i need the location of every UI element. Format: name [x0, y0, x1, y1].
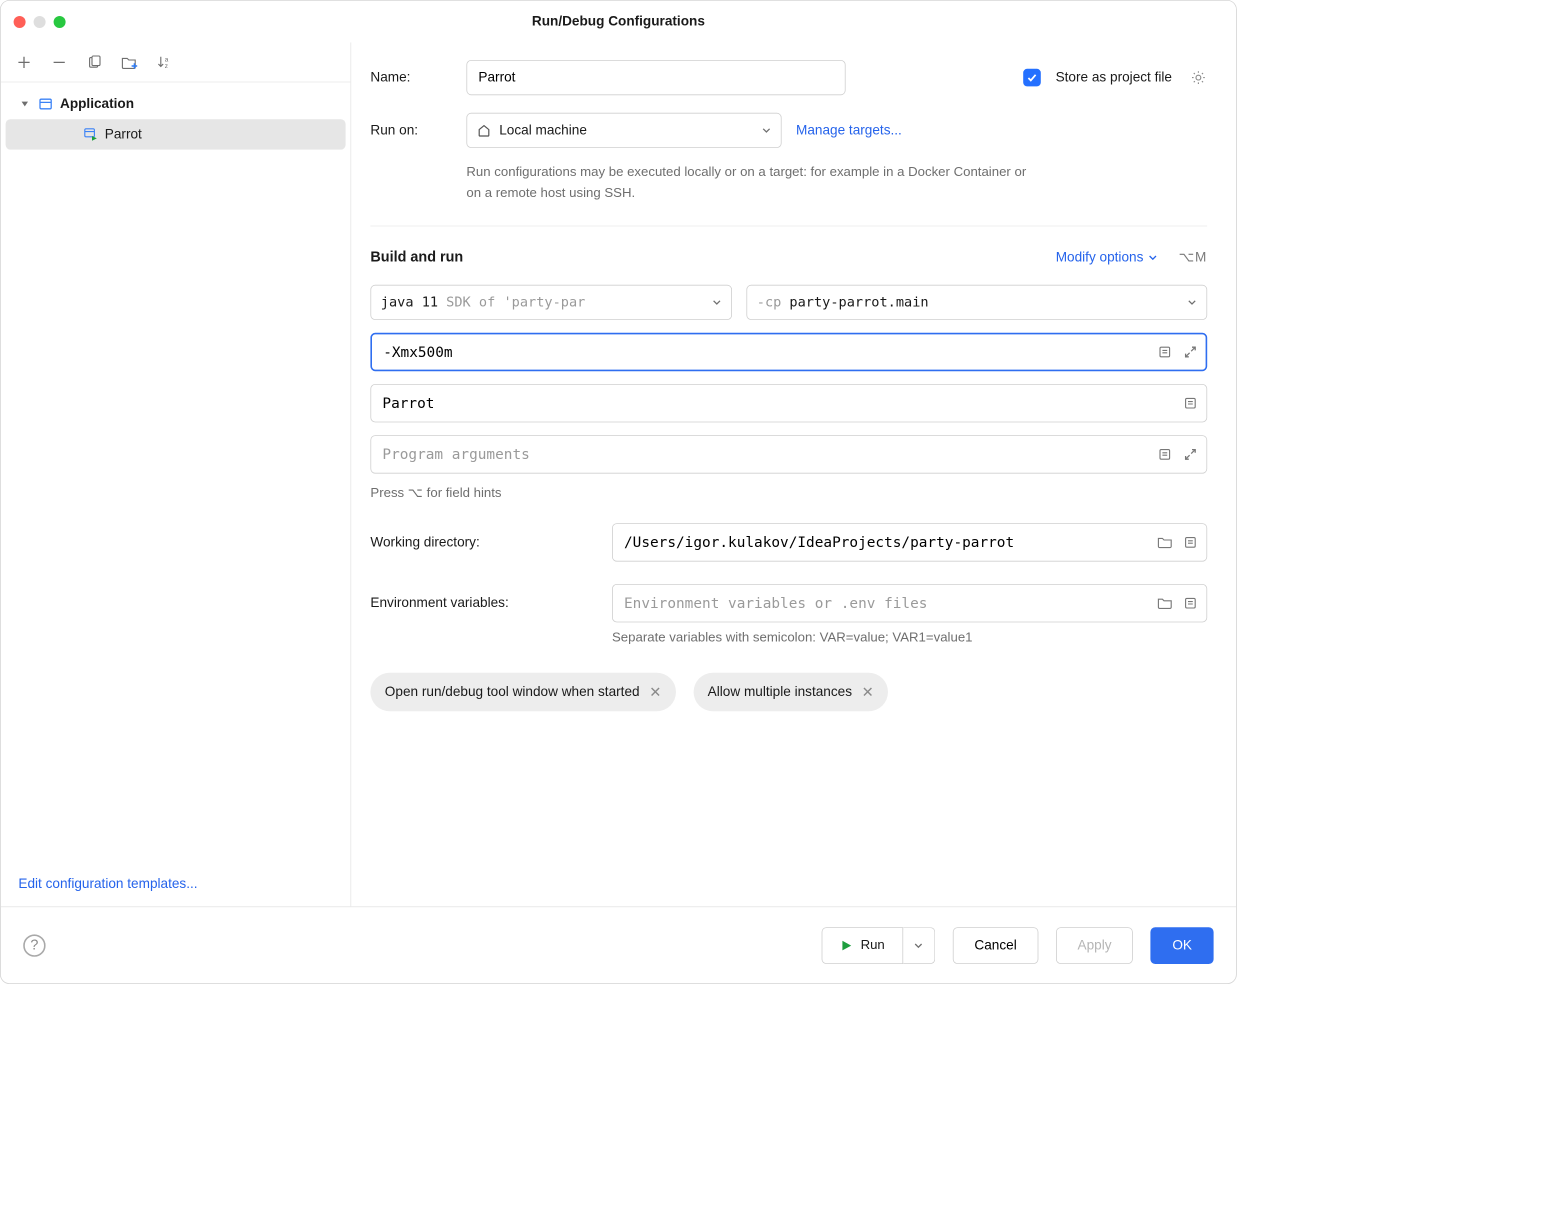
chip-allow-multiple-instances[interactable]: Allow multiple instances ✕ [693, 673, 888, 711]
add-configuration-button[interactable] [15, 53, 33, 71]
configuration-tree: Application Parrot [1, 82, 351, 861]
history-icon[interactable] [1156, 446, 1174, 464]
sidebar-toolbar: az [1, 42, 351, 82]
chevron-down-icon [20, 99, 31, 109]
play-icon [840, 939, 853, 952]
help-button[interactable]: ? [23, 934, 45, 956]
expand-icon[interactable] [1182, 343, 1200, 361]
cancel-button[interactable]: Cancel [953, 927, 1039, 964]
application-icon [38, 96, 54, 112]
env-vars-label: Environment variables: [370, 595, 594, 611]
history-icon[interactable] [1182, 534, 1200, 552]
manage-targets-link[interactable]: Manage targets... [796, 122, 902, 138]
run-button[interactable]: Run [821, 927, 903, 964]
sort-alpha-button[interactable]: az [156, 53, 174, 71]
classpath-select[interactable]: -cp party-parrot.main [746, 285, 1207, 320]
folder-icon[interactable] [1156, 534, 1174, 552]
build-and-run-title: Build and run [370, 249, 463, 266]
tree-item-label: Parrot [105, 126, 142, 142]
sdk-select[interactable]: java 11 SDK of 'party-par [370, 285, 732, 320]
env-vars-input[interactable] [612, 584, 1207, 622]
chip-open-tool-window[interactable]: Open run/debug tool window when started … [370, 673, 675, 711]
tree-item-parrot[interactable]: Parrot [6, 119, 346, 149]
chevron-down-icon [1187, 298, 1197, 308]
modify-options-link[interactable]: Modify options [1056, 249, 1158, 265]
main-class-input[interactable] [370, 384, 1207, 422]
new-folder-button[interactable] [121, 53, 139, 71]
working-directory-label: Working directory: [370, 535, 594, 551]
sidebar: az Application Parrot [1, 42, 351, 906]
gear-icon[interactable] [1190, 69, 1208, 87]
working-directory-input[interactable] [612, 523, 1207, 561]
copy-configuration-button[interactable] [86, 53, 104, 71]
program-arguments-input[interactable] [370, 435, 1207, 473]
sdk-suffix: SDK of 'party-par [446, 295, 585, 311]
cp-prefix: -cp [757, 295, 782, 311]
store-as-project-checkbox[interactable] [1024, 69, 1042, 87]
remove-configuration-button[interactable] [50, 53, 68, 71]
history-icon[interactable] [1156, 343, 1174, 361]
name-input[interactable] [466, 60, 845, 95]
store-as-project-label: Store as project file [1056, 70, 1172, 86]
cp-value: party-parrot.main [789, 295, 928, 311]
run-split-button: Run [821, 927, 935, 964]
run-debug-configurations-window: Run/Debug Configurations az [0, 0, 1237, 984]
field-hint: Press ⌥ for field hints [370, 485, 1207, 501]
name-label: Name: [370, 70, 452, 86]
edit-templates-link[interactable]: Edit configuration templates... [18, 876, 197, 891]
home-icon [477, 123, 491, 137]
close-icon[interactable]: ✕ [862, 684, 874, 701]
close-icon[interactable]: ✕ [649, 684, 661, 701]
run-on-hint: Run configurations may be executed local… [466, 162, 1042, 203]
env-vars-hint: Separate variables with semicolon: VAR=v… [612, 631, 1207, 646]
ok-button[interactable]: OK [1151, 927, 1214, 964]
modify-options-shortcut: ⌥M [1179, 249, 1208, 265]
main-panel: Name: Store as project file Run on: Loc [351, 42, 1236, 906]
history-icon[interactable] [1182, 395, 1200, 413]
run-on-label: Run on: [370, 122, 452, 138]
titlebar: Run/Debug Configurations [1, 1, 1236, 43]
expand-icon[interactable] [1182, 446, 1200, 464]
run-dropdown-button[interactable] [903, 927, 935, 964]
history-icon[interactable] [1182, 595, 1200, 613]
svg-text:z: z [165, 63, 168, 70]
run-on-value: Local machine [499, 122, 587, 138]
chevron-down-icon [712, 298, 722, 308]
apply-button[interactable]: Apply [1056, 927, 1133, 964]
run-on-select[interactable]: Local machine [466, 113, 781, 148]
vm-options-input[interactable] [370, 333, 1207, 371]
folder-icon[interactable] [1156, 595, 1174, 613]
tree-group-label: Application [60, 96, 134, 112]
dialog-footer: ? Run Cancel Apply OK [1, 906, 1236, 983]
chevron-down-icon [762, 126, 772, 136]
tree-group-application[interactable]: Application [1, 89, 351, 119]
window-title: Run/Debug Configurations [1, 14, 1236, 30]
sdk-value: java 11 [381, 295, 438, 311]
run-config-icon [82, 126, 98, 142]
